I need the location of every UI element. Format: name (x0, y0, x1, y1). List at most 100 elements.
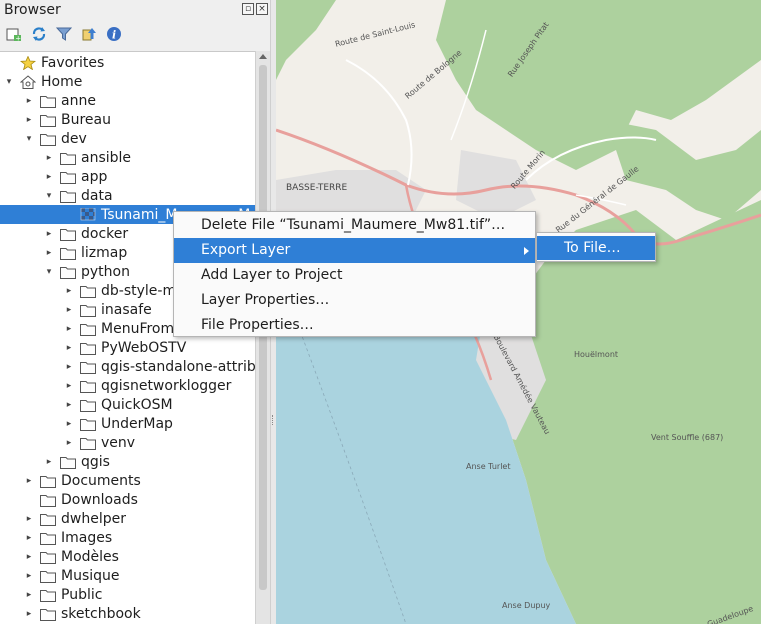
tree-item[interactable]: ▸ Public (0, 585, 255, 604)
add-layer-icon[interactable]: + (6, 26, 22, 42)
scroll-up-icon[interactable] (259, 54, 267, 59)
tree-item[interactable]: ▸ Musique (0, 566, 255, 585)
expand-arrow-icon[interactable]: ▸ (24, 590, 34, 600)
tree-item-label: PyWebOSTV (101, 339, 187, 356)
expand-arrow-icon[interactable]: ▸ (24, 552, 34, 562)
float-panel-icon[interactable]: ▫ (242, 3, 254, 15)
expand-arrow-icon[interactable]: ▸ (24, 514, 34, 524)
expand-arrow-icon[interactable]: ▸ (64, 381, 74, 391)
collapse-arrow-icon[interactable]: ▾ (44, 191, 54, 201)
folder-icon (80, 398, 96, 412)
expand-arrow-icon[interactable]: ▸ (24, 609, 34, 619)
tree-item-label: Favorites (41, 54, 105, 71)
tree-item-label: sketchbook (61, 605, 141, 622)
tree-item[interactable]: ▸ anne (0, 91, 255, 110)
expand-arrow-icon[interactable]: ▸ (44, 229, 54, 239)
tree-item-label: Musique (61, 567, 120, 584)
folder-icon (60, 455, 76, 469)
expand-arrow-icon[interactable]: ▸ (64, 286, 74, 296)
tree-item-label: qgis-standalone-attribute (101, 358, 255, 375)
expand-arrow-icon[interactable]: ▸ (24, 571, 34, 581)
menu-export-layer[interactable]: Export Layer (174, 238, 535, 263)
menu-to-file[interactable]: To File… (537, 236, 655, 260)
context-menu: Delete File “Tsunami_Maumere_Mw81.tif”… E… (173, 211, 536, 337)
tree-item[interactable]: ▸ QuickOSM (0, 395, 255, 414)
tree-item[interactable]: ▸ app (0, 167, 255, 186)
tree-item-label: QuickOSM (101, 396, 173, 413)
tree-item[interactable]: ▸ qgisnetworklogger (0, 376, 255, 395)
tree-item-label: Bureau (61, 111, 111, 128)
collapse-all-icon[interactable] (81, 26, 97, 42)
expand-arrow-icon[interactable]: ▸ (24, 115, 34, 125)
map-label: Vent Souffle (687) (651, 433, 724, 442)
collapse-arrow-icon[interactable]: ▾ (44, 267, 54, 277)
close-panel-icon[interactable]: × (256, 3, 268, 15)
expand-arrow-icon[interactable]: ▸ (64, 324, 74, 334)
menu-add-layer[interactable]: Add Layer to Project (174, 263, 535, 288)
menu-item-label: Layer Properties… (201, 292, 330, 308)
folder-icon (40, 94, 56, 108)
info-icon[interactable]: i (106, 26, 122, 42)
refresh-icon[interactable] (31, 26, 47, 42)
tree-item[interactable]: ▾ Home (0, 72, 255, 91)
submenu-arrow-icon (524, 247, 529, 255)
menu-delete-file[interactable]: Delete File “Tsunami_Maumere_Mw81.tif”… (174, 213, 535, 238)
collapse-arrow-icon[interactable]: ▾ (4, 77, 14, 87)
tree-item-label: inasafe (101, 301, 152, 318)
map-label: Anse Dupuy (502, 601, 551, 610)
tree-item[interactable]: Favorites (0, 53, 255, 72)
expand-arrow-icon[interactable]: ▸ (24, 533, 34, 543)
panel-title: Browser (4, 2, 61, 18)
svg-text:i: i (112, 29, 116, 42)
tree-item-label: Downloads (61, 491, 138, 508)
expand-arrow-icon[interactable]: ▸ (44, 457, 54, 467)
tree-item[interactable]: ▸ venv (0, 433, 255, 452)
raster-icon (80, 207, 96, 222)
folder-icon (40, 531, 56, 545)
home-icon (19, 74, 37, 89)
expand-arrow-icon[interactable]: ▸ (44, 248, 54, 258)
menu-item-label: Add Layer to Project (201, 267, 343, 283)
expand-arrow-icon[interactable]: ▸ (24, 476, 34, 486)
folder-icon (80, 379, 96, 393)
tree-item[interactable]: ▸ ansible (0, 148, 255, 167)
tree-item[interactable]: ▾ data (0, 186, 255, 205)
expand-arrow-icon[interactable]: ▸ (44, 172, 54, 182)
tree-item[interactable]: ▸ sketchbook (0, 604, 255, 623)
menu-layer-properties[interactable]: Layer Properties… (174, 288, 535, 313)
tree-item-label: Documents (61, 472, 141, 489)
expand-arrow-icon[interactable]: ▸ (24, 96, 34, 106)
tree-item[interactable]: ▾ dev (0, 129, 255, 148)
folder-icon (60, 151, 76, 165)
tree-item[interactable]: ▸ Bureau (0, 110, 255, 129)
menu-item-label: File Properties… (201, 317, 314, 333)
tree-item[interactable]: ▸ dwhelper (0, 509, 255, 528)
map-label: Houëlmont (574, 350, 619, 359)
expand-arrow-icon[interactable]: ▸ (64, 343, 74, 353)
tree-item[interactable]: ▸ Modèles (0, 547, 255, 566)
tree-item[interactable]: ▸ Documents (0, 471, 255, 490)
tree-item[interactable]: ▸ qgis-standalone-attribute (0, 357, 255, 376)
menu-file-properties[interactable]: File Properties… (174, 313, 535, 338)
tree-item-label: lizmap (81, 244, 128, 261)
tree-item[interactable]: ▸ UnderMap (0, 414, 255, 433)
map-label: BASSE-TERRE (286, 183, 348, 193)
expand-arrow-icon[interactable]: ▸ (44, 153, 54, 163)
collapse-arrow-icon[interactable]: ▾ (24, 134, 34, 144)
tree-item[interactable]: Downloads (0, 490, 255, 509)
folder-icon (40, 113, 56, 127)
tree-item[interactable]: ▸ PyWebOSTV (0, 338, 255, 357)
expand-arrow-icon[interactable]: ▸ (64, 305, 74, 315)
expand-arrow-icon[interactable]: ▸ (64, 419, 74, 429)
expand-arrow-icon[interactable]: ▸ (64, 400, 74, 410)
tree-item[interactable]: ▸ Images (0, 528, 255, 547)
folder-icon (80, 341, 96, 355)
filter-icon[interactable] (56, 26, 72, 42)
folder-icon (40, 512, 56, 526)
tree-item[interactable]: ▸ qgis (0, 452, 255, 471)
folder-icon (40, 493, 56, 507)
expand-arrow-icon[interactable]: ▸ (64, 362, 74, 372)
tree-item-label: data (81, 187, 113, 204)
expand-arrow-icon[interactable]: ▸ (64, 438, 74, 448)
folder-icon (80, 322, 96, 336)
